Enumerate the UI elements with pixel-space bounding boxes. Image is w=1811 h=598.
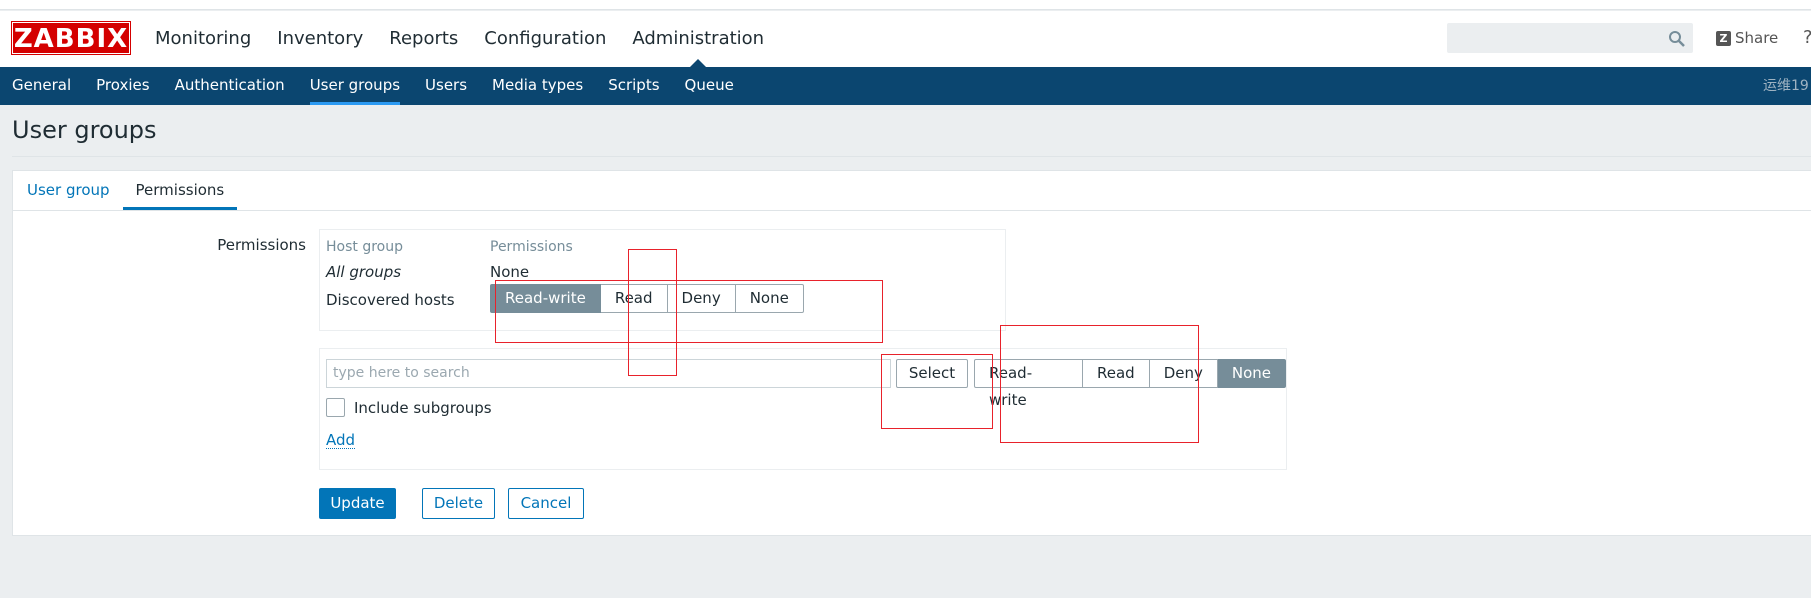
new-deny-option[interactable]: Deny <box>1149 359 1218 388</box>
share-link[interactable]: Z Share <box>1716 27 1778 49</box>
page-title: User groups <box>12 116 157 144</box>
cancel-button[interactable]: Cancel <box>508 488 584 519</box>
form-card: User group Permissions Permissions Host … <box>12 170 1811 536</box>
host-group-search-input[interactable]: type here to search <box>326 359 891 388</box>
zabbix-logo[interactable]: ZABBIX <box>11 21 131 55</box>
zabbix-share-icon: Z <box>1716 30 1731 46</box>
add-permission-panel: type here to search Select Read-write Re… <box>319 348 1287 470</box>
subnav-proxies[interactable]: Proxies <box>96 67 149 105</box>
discovered-hosts-none-option[interactable]: None <box>735 284 804 313</box>
column-header-host-group: Host group <box>326 239 403 255</box>
new-read-option[interactable]: Read <box>1082 359 1150 388</box>
row-discovered-hosts-host-group: Discovered hosts <box>326 291 455 309</box>
nav-monitoring[interactable]: Monitoring <box>155 11 251 67</box>
new-read-write-option[interactable]: Read-write <box>974 359 1083 409</box>
new-none-option[interactable]: None <box>1217 359 1286 388</box>
top-header: ZABBIX Monitoring Inventory Reports Conf… <box>0 11 1811 67</box>
main-nav: Monitoring Inventory Reports Configurati… <box>155 11 790 67</box>
form-tabs: User group Permissions <box>13 171 1811 211</box>
browser-top-strip <box>0 0 1811 10</box>
tab-user-group[interactable]: User group <box>13 171 123 210</box>
global-search-input[interactable] <box>1447 23 1693 53</box>
sub-nav: General Proxies Authentication User grou… <box>0 67 1811 105</box>
subnav-general[interactable]: General <box>12 67 71 105</box>
share-label: Share <box>1735 29 1779 47</box>
row-all-groups-permission: None <box>490 263 530 281</box>
select-button[interactable]: Select <box>896 359 968 388</box>
help-icon[interactable]: ? <box>1803 27 1811 48</box>
row-all-groups-host-group: All groups <box>326 263 402 281</box>
subnav-queue[interactable]: Queue <box>685 67 734 105</box>
permissions-field-label: Permissions <box>217 236 306 254</box>
nav-reports[interactable]: Reports <box>389 11 458 67</box>
title-divider <box>12 156 1811 157</box>
nav-inventory[interactable]: Inventory <box>277 11 363 67</box>
add-permission-link[interactable]: Add <box>326 432 356 449</box>
discovered-hosts-deny-option[interactable]: Deny <box>667 284 736 313</box>
subnav-authentication[interactable]: Authentication <box>175 67 285 105</box>
delete-button[interactable]: Delete <box>422 488 495 519</box>
include-subgroups-checkbox[interactable] <box>326 398 345 417</box>
nav-configuration[interactable]: Configuration <box>484 11 606 67</box>
permissions-table: Host group Permissions All groups None D… <box>319 229 1006 331</box>
subnav-users[interactable]: Users <box>425 67 467 105</box>
discovered-hosts-read-write-option[interactable]: Read-write <box>490 284 601 313</box>
search-icon[interactable] <box>1668 30 1686 48</box>
subnav-media-types[interactable]: Media types <box>492 67 583 105</box>
discovered-hosts-permission-selector: Read-write Read Deny None <box>490 284 804 313</box>
nav-administration[interactable]: Administration <box>632 11 764 67</box>
new-permission-selector: Read-write Read Deny None <box>974 359 1286 409</box>
include-subgroups-label[interactable]: Include subgroups <box>354 399 492 417</box>
discovered-hosts-read-option[interactable]: Read <box>600 284 668 313</box>
tab-permissions[interactable]: Permissions <box>122 171 238 210</box>
subnav-scripts[interactable]: Scripts <box>608 67 659 105</box>
subnav-user-groups[interactable]: User groups <box>309 67 401 105</box>
column-header-permissions: Permissions <box>490 239 573 255</box>
update-button[interactable]: Update <box>319 488 396 519</box>
current-user-label[interactable]: 运维19 <box>1763 67 1809 105</box>
